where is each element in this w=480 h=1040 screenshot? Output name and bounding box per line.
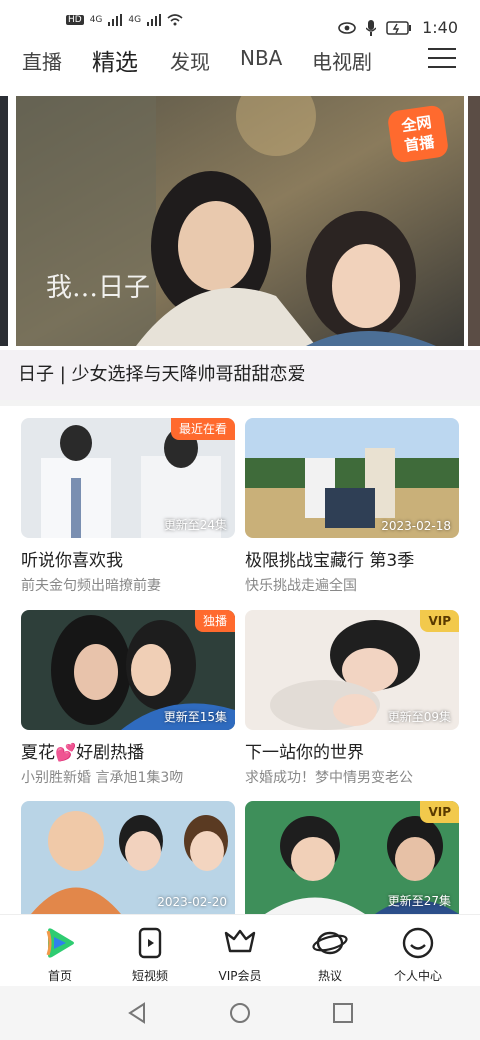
banner-caption[interactable]: 日子 | 少女选择与天降帅哥甜甜恋爱	[18, 360, 306, 386]
vip-tag: VIP	[420, 801, 459, 823]
status-time: 1:40	[422, 18, 458, 37]
video-card[interactable]: 2023-02-18 极限挑战宝藏行 第3季 快乐挑战走遍全国	[245, 418, 459, 595]
date-label: 2023-02-18	[381, 519, 451, 533]
bottom-nav-label: 首页	[47, 969, 72, 983]
date-label: 2023-02-20	[157, 895, 227, 909]
episode-label: 更新至15集	[163, 710, 227, 724]
bottom-nav-label: 热议	[317, 969, 342, 983]
status-bar: HD 4G 4G 1:40	[0, 0, 480, 40]
video-card[interactable]: 最近在看 更新至24集 听说你喜欢我 前夫金句频出暗撩前妻	[21, 418, 235, 595]
status-right: 1:40	[338, 18, 458, 37]
tab-nba[interactable]: NBA	[240, 46, 282, 70]
recents-icon[interactable]	[332, 1002, 354, 1024]
network-4g-label: 4G	[89, 15, 103, 25]
vip-tag: VIP	[420, 610, 459, 632]
episode-label: 更新至27集	[387, 894, 451, 908]
recently-watched-tag: 最近在看	[170, 418, 235, 440]
section-divider	[0, 400, 480, 406]
card-title[interactable]: 听说你喜欢我	[21, 546, 235, 571]
video-thumbnail[interactable]: 独播 更新至15集	[21, 610, 235, 730]
tab-featured[interactable]: 精选	[92, 43, 138, 77]
eye-icon	[338, 21, 356, 34]
video-card[interactable]: VIP 更新至27集	[245, 801, 459, 914]
banner-prev-peek[interactable]	[0, 96, 8, 346]
exclusive-tag: 独播	[194, 610, 235, 632]
banner-next-peek[interactable]	[468, 96, 480, 346]
video-thumbnail[interactable]: 2023-02-20	[21, 801, 235, 914]
vip-crown-icon	[224, 929, 256, 953]
home-play-icon	[46, 928, 74, 958]
tab-live[interactable]: 直播	[22, 46, 62, 75]
featured-banner[interactable]: 我…日子 全网 首播	[16, 96, 464, 346]
video-thumbnail[interactable]: 2023-02-18	[245, 418, 459, 538]
bottom-nav-profile[interactable]: 个人中心	[378, 925, 458, 984]
video-card[interactable]: 2023-02-20	[21, 801, 235, 914]
tab-discover[interactable]: 发现	[170, 46, 210, 75]
bottom-nav-label: 短视频	[131, 969, 168, 983]
tab-tv-series[interactable]: 电视剧	[312, 46, 372, 75]
video-thumbnail[interactable]: 最近在看 更新至24集	[21, 418, 235, 538]
video-card[interactable]: VIP 更新至09集 下一站你的世界 求婚成功！梦中情男变老公	[245, 610, 459, 787]
first-release-badge: 全网 首播	[386, 104, 450, 164]
card-title[interactable]: 极限挑战宝藏行 第3季	[245, 546, 459, 571]
card-title[interactable]: 夏花💕好剧热播	[21, 738, 235, 763]
back-icon[interactable]	[126, 1002, 148, 1024]
signal-icon-2	[147, 14, 162, 26]
bottom-nav-bar: 首页 短视频 VIP会员 热议 个人中心	[0, 914, 480, 987]
bottom-nav-vip[interactable]: VIP会员	[200, 925, 280, 984]
hd-badge: HD	[66, 15, 84, 25]
short-video-icon	[138, 927, 162, 959]
card-subtitle: 快乐挑战走遍全国	[245, 578, 357, 594]
bottom-nav-short-video[interactable]: 短视频	[110, 925, 190, 984]
svg-text:我…日子: 我…日子	[46, 273, 150, 303]
wifi-icon	[167, 14, 183, 26]
bottom-nav-label: VIP会员	[218, 969, 262, 983]
bottom-nav-discussion[interactable]: 热议	[290, 925, 370, 984]
card-subtitle: 小别胜新婚 言承旭1集3吻	[21, 770, 184, 786]
chat-planet-icon	[312, 931, 348, 955]
card-subtitle: 求婚成功！梦中情男变老公	[245, 770, 413, 786]
profile-icon	[402, 927, 434, 959]
card-subtitle: 前夫金句频出暗撩前妻	[21, 578, 161, 594]
card-title[interactable]: 下一站你的世界	[245, 738, 459, 763]
video-thumbnail[interactable]: VIP 更新至09集	[245, 610, 459, 730]
signal-icon	[108, 14, 123, 26]
system-navigation-bar	[0, 986, 480, 1040]
video-thumbnail[interactable]: VIP 更新至27集	[245, 801, 459, 914]
signal-indicators: HD 4G 4G	[66, 14, 183, 26]
battery-icon	[386, 20, 412, 35]
menu-icon[interactable]	[428, 48, 456, 68]
bottom-nav-home[interactable]: 首页	[20, 925, 100, 984]
video-card[interactable]: 独播 更新至15集 夏花💕好剧热播 小别胜新婚 言承旭1集3吻	[21, 610, 235, 787]
microphone-icon	[366, 19, 377, 36]
home-icon[interactable]	[229, 1002, 251, 1024]
top-tab-bar: 直播 精选 发现 NBA 电视剧	[0, 40, 480, 80]
network-4g-label-2: 4G	[128, 15, 142, 25]
episode-label: 更新至09集	[387, 710, 451, 724]
episode-label: 更新至24集	[163, 518, 227, 532]
bottom-nav-label: 个人中心	[393, 969, 442, 983]
